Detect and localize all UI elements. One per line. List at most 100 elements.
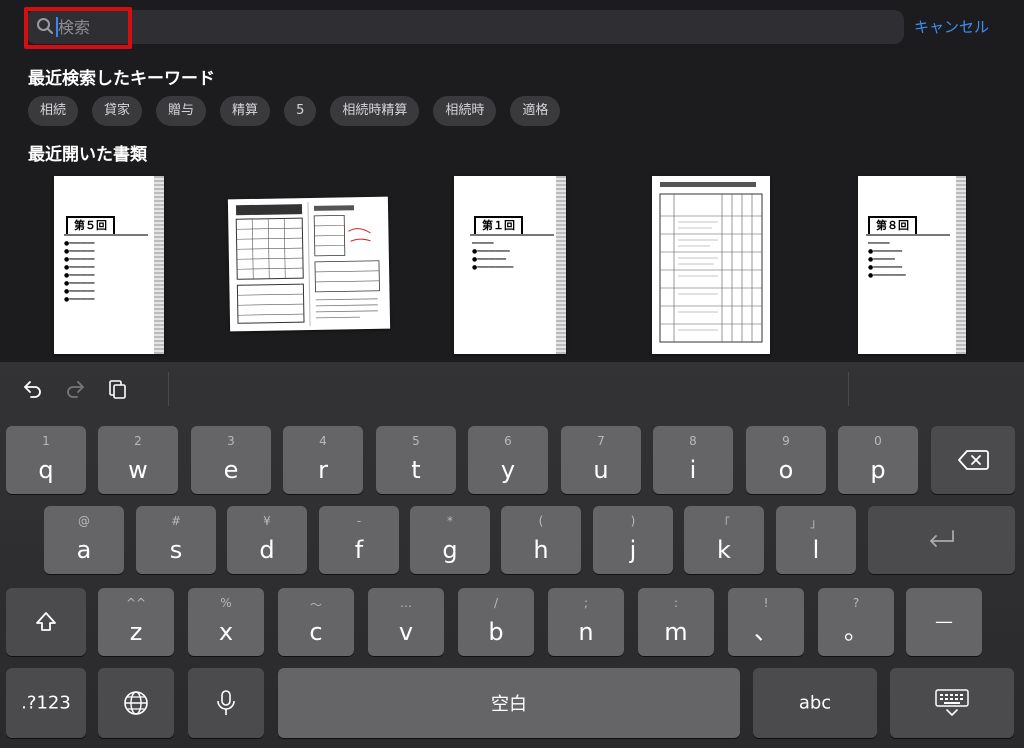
key-x[interactable]: % x <box>188 588 264 656</box>
key-label: f <box>354 536 364 564</box>
key-hint: ) <box>630 514 636 528</box>
key-label: s <box>169 536 183 564</box>
return-icon <box>929 530 954 547</box>
recent-keyword-chip[interactable]: 貸家 <box>92 96 143 126</box>
key-hint: 7 <box>597 434 605 448</box>
recent-keyword-list: 相続 貸家 贈与 精算 5 相続時精算 相続時 適格 <box>28 96 561 126</box>
key-label: t <box>411 456 421 484</box>
key-hint: 3 <box>227 434 235 448</box>
return-key[interactable] <box>868 506 1015 574</box>
key-hint: ! <box>763 596 769 610</box>
key-label: 。 <box>844 617 868 645</box>
key-label: b <box>488 618 504 646</box>
recent-keyword-chip[interactable]: 精算 <box>220 96 271 126</box>
recent-keyword-chip[interactable]: 相続時精算 <box>330 96 420 126</box>
key-hint: 〜 <box>309 598 322 612</box>
key-hint: ; <box>583 596 589 610</box>
key-period[interactable]: ?。 <box>818 588 894 656</box>
key-t[interactable]: 5t <box>376 426 456 494</box>
key-u[interactable]: 7u <box>561 426 641 494</box>
rule-line <box>470 234 554 236</box>
key-e[interactable]: 3e <box>191 426 271 494</box>
doc-title: 第５回 <box>66 216 115 236</box>
key-n[interactable]: ; n <box>548 588 624 656</box>
key-c[interactable]: 〜 c <box>278 588 354 656</box>
key-label: d <box>259 536 275 564</box>
globe-key[interactable] <box>98 668 174 738</box>
microphone-icon <box>217 690 235 715</box>
key-g[interactable]: * g <box>410 506 490 574</box>
doc-body-lines: ━━━━━━ ●━━━━━━━━━ ●━━━━━━━━ ●━━━━━━━━━━ <box>472 240 514 271</box>
key-label: .?123 <box>21 692 71 714</box>
numbers-key[interactable]: .?123 <box>6 668 86 738</box>
abc-key[interactable]: abc <box>753 668 877 738</box>
toolbar-divider <box>848 372 849 406</box>
key-a[interactable]: @ a <box>44 506 124 574</box>
key-q[interactable]: 1q <box>6 426 86 494</box>
key-h[interactable]: (h <box>501 506 581 574</box>
key-label: e <box>223 456 239 484</box>
key-f[interactable]: -f <box>319 506 399 574</box>
space-key[interactable]: 空白 <box>278 668 740 738</box>
key-z[interactable]: ^^ z <box>98 588 174 656</box>
key-label: u <box>593 456 609 484</box>
key-o[interactable]: 9o <box>746 426 826 494</box>
table-spread-preview <box>235 202 380 326</box>
dictation-key[interactable] <box>188 668 264 738</box>
key-j[interactable]: ) j <box>593 506 673 574</box>
search-input[interactable] <box>58 14 878 40</box>
recent-keyword-chip[interactable]: 相続 <box>28 96 79 126</box>
key-m[interactable]: :m <box>638 588 714 656</box>
key-b[interactable]: / b <box>458 588 534 656</box>
search-screen: キャンセル 最近検索したキーワード 相続 貸家 贈与 精算 5 相続時精算 相続… <box>0 0 1024 362</box>
cancel-button[interactable]: キャンセル <box>914 16 989 37</box>
key-label: — <box>935 611 953 633</box>
key-p[interactable]: 0p <box>838 426 918 494</box>
key-label: r <box>318 456 328 484</box>
document-thumbnail[interactable] <box>652 176 770 354</box>
undo-icon[interactable] <box>22 378 44 400</box>
shift-key[interactable] <box>6 588 86 656</box>
recent-keyword-chip[interactable]: 相続時 <box>433 96 497 126</box>
key-hint: : <box>673 596 679 610</box>
paste-icon[interactable] <box>106 378 128 400</box>
key-i[interactable]: 8i <box>653 426 733 494</box>
key-d[interactable]: ¥ d <box>227 506 307 574</box>
recent-docs-title: 最近開いた書類 <box>28 145 147 165</box>
recent-docs-list: 第５回 ●━━━━━━━ ●━━━━━━━ ●━━━━━━━ ●━━━━━━━ ●━━━… <box>0 172 1024 358</box>
delete-key[interactable] <box>931 426 1015 494</box>
key-k[interactable]: 「k <box>684 506 764 574</box>
delete-icon <box>958 450 989 470</box>
key-l[interactable]: 」 l <box>776 506 856 574</box>
key-label: 空白 <box>491 694 527 715</box>
software-keyboard: 1q 2w 3e 4r 5t 6y 7u 8i 9o 0p @ a # s ¥ d -… <box>0 362 1024 748</box>
document-thumbnail[interactable]: 第８回 ━━━━━━ ●━━━━━━━━ ●━━━━━━ ●━━━━━━━━ ●━━━━… <box>858 176 966 354</box>
doc-title: 第１回 <box>474 216 523 236</box>
key-r[interactable]: 4r <box>283 426 363 494</box>
key-hint: # <box>170 514 182 528</box>
dismiss-keyboard-key[interactable] <box>890 668 1014 738</box>
key-hint: 「 <box>717 516 730 530</box>
key-y[interactable]: 6y <box>468 426 548 494</box>
key-hint: ( <box>538 514 544 528</box>
key-hint: 1 <box>42 434 50 448</box>
key-hint: 9 <box>782 434 790 448</box>
key-v[interactable]: … v <box>368 588 444 656</box>
key-hint: ? <box>852 596 860 610</box>
recent-keyword-chip[interactable]: 贈与 <box>156 96 207 126</box>
key-comma[interactable]: !、 <box>728 588 804 656</box>
key-w[interactable]: 2w <box>98 426 178 494</box>
document-thumbnail[interactable] <box>227 196 391 332</box>
document-thumbnail[interactable]: 第１回 ━━━━━━ ●━━━━━━━━━ ●━━━━━━━━ ●━━━━━━━━━━ <box>454 176 566 354</box>
key-dash[interactable]: — <box>906 588 982 656</box>
key-label: o <box>778 456 794 484</box>
key-hint: 0 <box>874 434 882 448</box>
key-label: 、 <box>754 617 778 645</box>
redo-icon[interactable] <box>64 378 86 400</box>
document-thumbnail[interactable]: 第５回 ●━━━━━━━ ●━━━━━━━ ●━━━━━━━ ●━━━━━━━ ●━━━… <box>54 176 164 354</box>
recent-keyword-chip[interactable]: 5 <box>284 96 317 126</box>
key-label: q <box>38 456 54 484</box>
recent-keyword-chip[interactable]: 適格 <box>510 96 561 126</box>
key-label: y <box>500 456 516 484</box>
key-s[interactable]: # s <box>136 506 216 574</box>
